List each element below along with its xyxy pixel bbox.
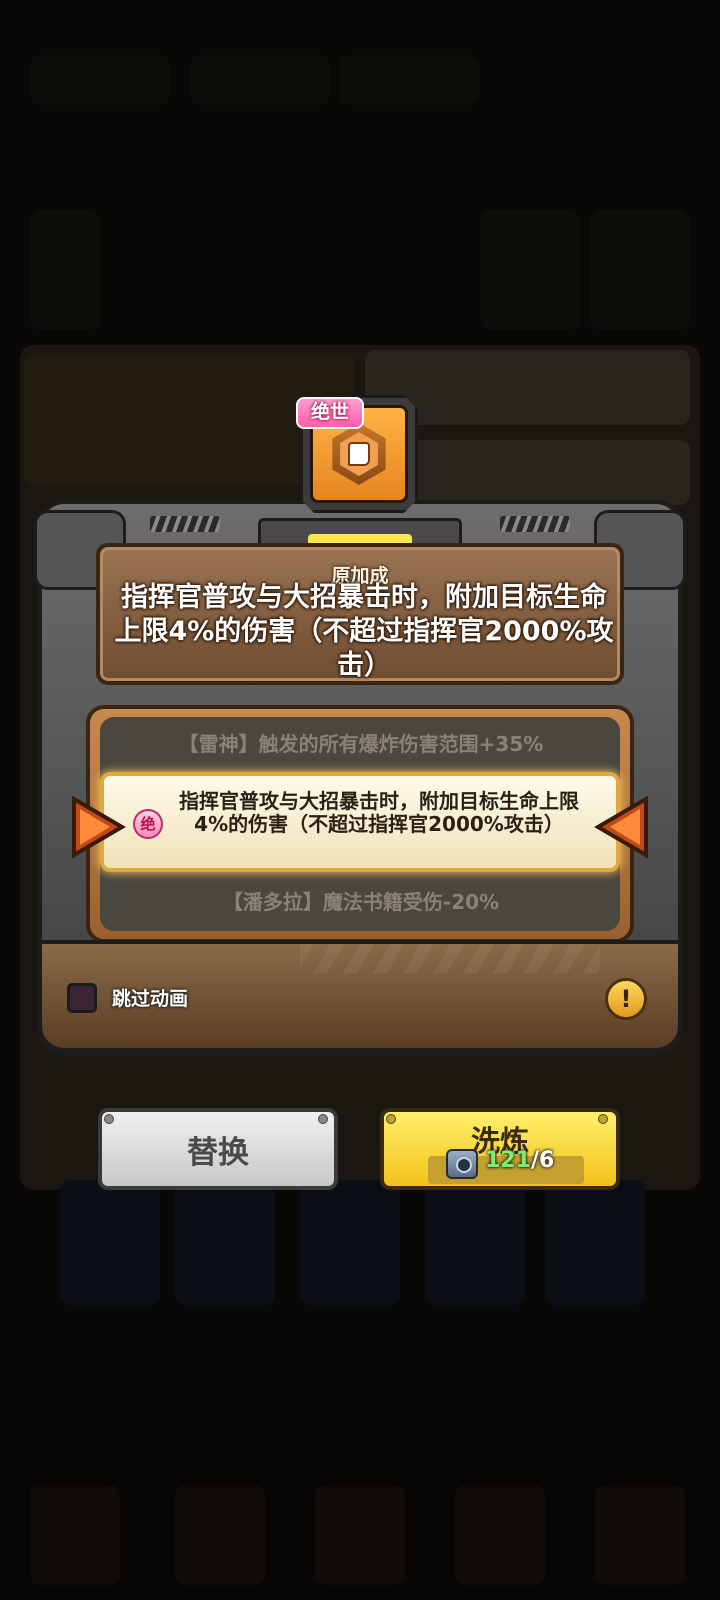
toolbox-icon (446, 1149, 478, 1179)
vent-left (150, 516, 220, 532)
hex-emblem (332, 423, 386, 485)
option-previous[interactable]: 【雷神】触发的所有爆炸伤害范围+35% (102, 720, 620, 768)
skip-animation-checkbox[interactable] (67, 983, 97, 1013)
vent-right (500, 516, 570, 532)
cost-need: /6 (530, 1148, 555, 1173)
screw (104, 1114, 114, 1124)
arrow-left-icon (72, 795, 126, 859)
option-selected-text: 指挥官普攻与大招暴击时，附加目标生命上限4%的伤害（不超过指挥官2000%攻击） (179, 789, 579, 836)
skip-animation-label[interactable]: 跳过动画 (112, 984, 188, 1011)
info-icon[interactable]: ! (605, 978, 647, 1020)
screw (598, 1114, 608, 1124)
screw (318, 1114, 328, 1124)
footer-stripe (300, 944, 600, 974)
replace-button-label: 替换 (187, 1134, 249, 1171)
replace-button[interactable]: 替换 (98, 1108, 338, 1190)
arrow-right-icon (594, 795, 648, 859)
original-bonus-box: 原加成 指挥官普攻与大招暴击时，附加目标生命上限4%的伤害（不超过指挥官2000… (96, 543, 624, 685)
refine-cost: 121/6 (485, 1148, 554, 1173)
option-next[interactable]: 【潘多拉】魔法书籍受伤-20% (102, 878, 620, 926)
screw (386, 1114, 396, 1124)
rarity-badge-icon: 绝 (133, 809, 163, 839)
rarity-tag: 绝世 (296, 397, 364, 429)
original-bonus-text: 指挥官普攻与大招暴击时，附加目标生命上限4%的伤害（不超过指挥官2000%攻击） (114, 582, 614, 681)
boot-icon (348, 442, 370, 466)
cost-have: 121 (485, 1148, 531, 1173)
